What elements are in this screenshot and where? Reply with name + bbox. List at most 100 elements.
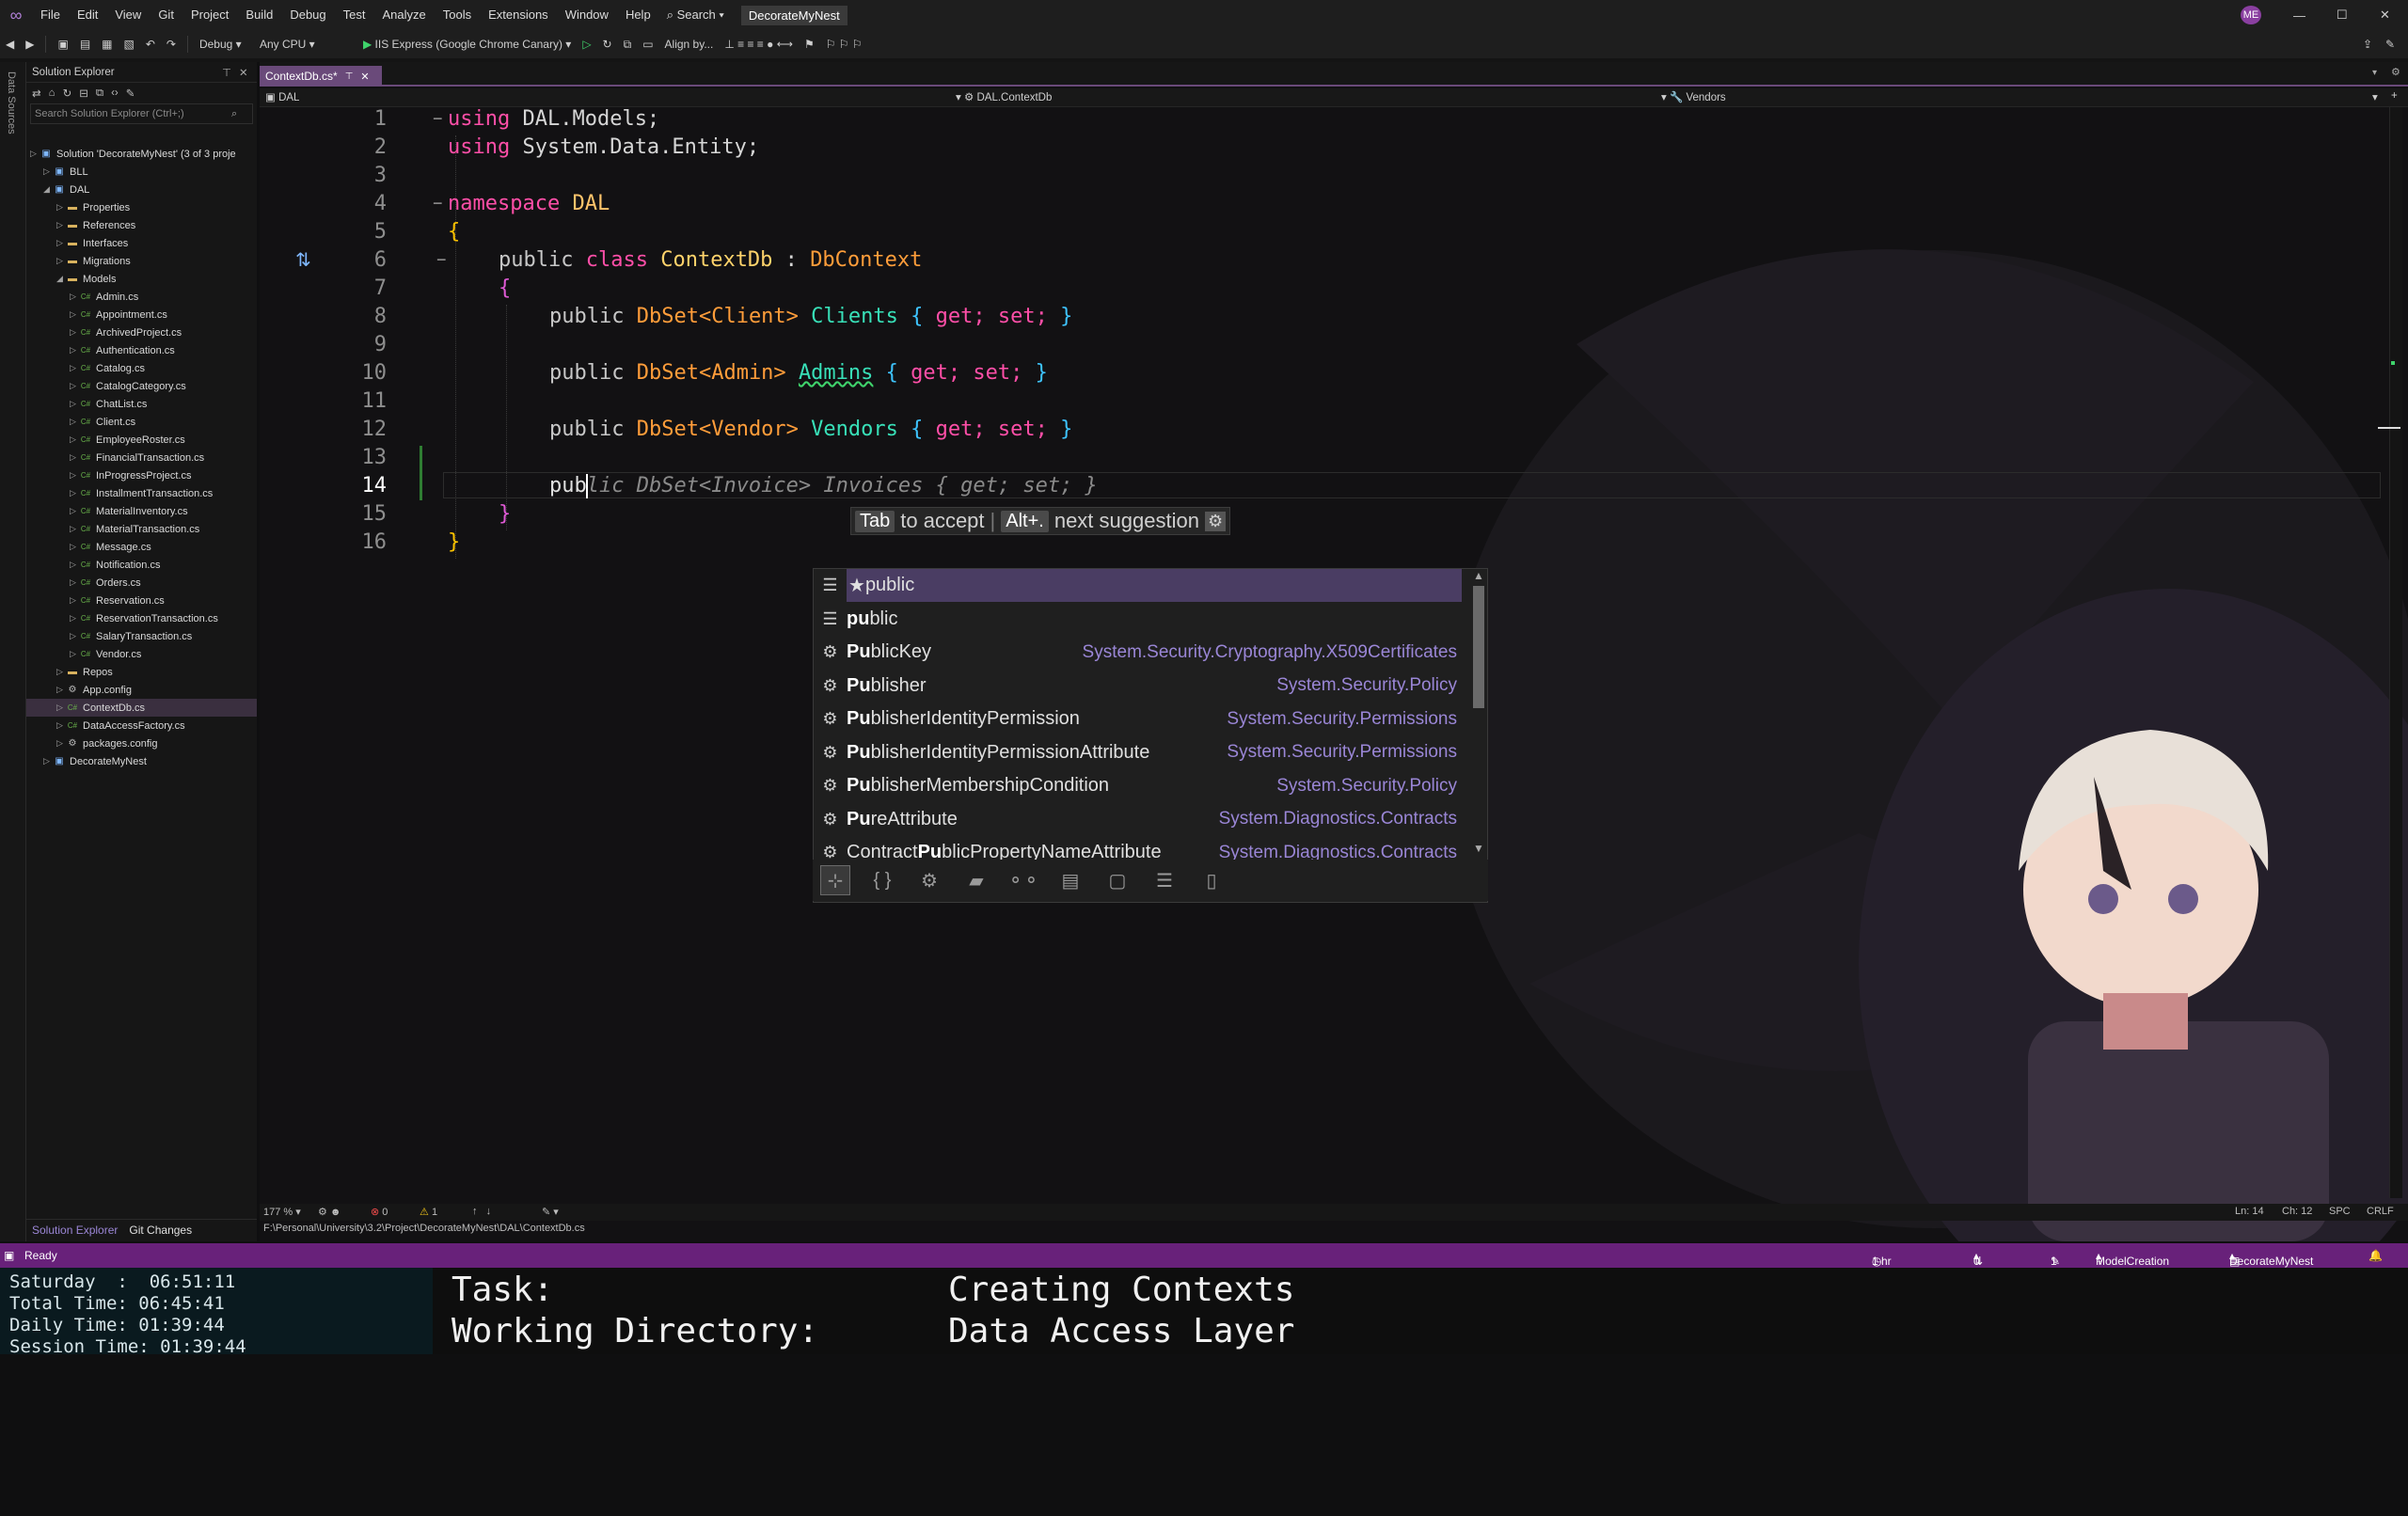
menu-window[interactable]: Window xyxy=(557,0,617,30)
expand-arrow-icon[interactable]: ◢ xyxy=(56,274,66,284)
expand-arrow-icon[interactable]: ▷ xyxy=(70,399,79,409)
tab-git-changes[interactable]: Git Changes xyxy=(129,1224,192,1237)
git-changes-indicator[interactable]: ⇅ 0 / 0 ▴ xyxy=(1973,1249,1983,1294)
filter-enums-icon[interactable]: ▤ xyxy=(1055,865,1085,895)
repo-selector[interactable]: ▤ DecorateMyNest ▴ xyxy=(2229,1249,2313,1268)
menu-project[interactable]: Project xyxy=(182,0,237,30)
expand-arrow-icon[interactable]: ▷ xyxy=(56,720,66,731)
tree-item[interactable]: ▷ C# ArchivedProject.cs xyxy=(26,324,257,341)
align-button[interactable]: Align by... xyxy=(659,38,720,51)
tree-item[interactable]: ▷ C# Reservation.cs xyxy=(26,592,257,609)
nav-split-icon[interactable]: ▾ xyxy=(2372,90,2378,103)
back-icon[interactable]: ◀ xyxy=(0,38,20,51)
expand-arrow-icon[interactable]: ▷ xyxy=(56,703,66,713)
scroll-thumb[interactable] xyxy=(1473,586,1484,708)
expand-arrow-icon[interactable]: ▷ xyxy=(70,363,79,373)
save-icon[interactable]: ▦ xyxy=(96,38,118,51)
expand-arrow-icon[interactable]: ▷ xyxy=(70,542,79,552)
tree-item[interactable]: ▷ C# Appointment.cs xyxy=(26,306,257,324)
completion-item[interactable]: ☰ ★ public xyxy=(822,569,1462,602)
completion-item[interactable]: ⚙ PublicKey System.Security.Cryptography.X… xyxy=(814,636,1463,669)
redo-icon[interactable]: ↷ xyxy=(161,38,182,51)
open-icon[interactable]: ▤ xyxy=(74,38,96,51)
completion-item[interactable]: ⚙ Publisher System.Security.Policy xyxy=(814,670,1463,703)
collapse-icon[interactable]: ⊟ xyxy=(79,87,88,100)
expand-arrow-icon[interactable]: ▷ xyxy=(56,685,66,695)
collapse-toggle-icon[interactable]: − xyxy=(433,194,443,213)
add-split-icon[interactable]: + xyxy=(2391,90,2398,102)
properties-icon[interactable]: ✎ xyxy=(126,87,135,100)
expand-arrow-icon[interactable]: ▷ xyxy=(70,613,79,624)
refresh-tree-icon[interactable]: ↻ xyxy=(63,87,72,100)
tree-item[interactable]: ▷ C# InProgressProject.cs xyxy=(26,466,257,484)
expand-arrow-icon[interactable]: ▷ xyxy=(70,488,79,498)
expand-arrow-icon[interactable]: ▷ xyxy=(30,149,40,159)
menu-build[interactable]: Build xyxy=(237,0,281,30)
pin-icon[interactable]: ⊤ xyxy=(222,66,231,79)
collapse-toggle-icon[interactable]: − xyxy=(433,109,443,129)
completion-item[interactable]: ⚙ PublisherMembershipCondition System.Secu… xyxy=(814,769,1463,802)
minimize-icon[interactable]: — xyxy=(2293,8,2305,23)
menu-debug[interactable]: Debug xyxy=(281,0,334,30)
forward-icon[interactable]: ▶ xyxy=(20,38,40,51)
filter-delegates-icon[interactable]: ▢ xyxy=(1102,865,1133,895)
config-dropdown[interactable]: Debug ▾ xyxy=(194,38,254,51)
expand-arrow-icon[interactable]: ▷ xyxy=(70,417,79,427)
tree-item[interactable]: ▷ C# SalaryTransaction.cs xyxy=(26,627,257,645)
tree-item[interactable]: ▷ ▬ Migrations xyxy=(26,252,257,270)
completion-item[interactable]: ☰ public xyxy=(814,603,1463,636)
undo-icon[interactable]: ↶ xyxy=(140,38,161,51)
expand-arrow-icon[interactable]: ▷ xyxy=(56,238,66,248)
tree-item[interactable]: ▷ C# MaterialTransaction.cs xyxy=(26,520,257,538)
nav-project-dropdown[interactable]: ▣ DAL xyxy=(265,90,299,103)
menu-help[interactable]: Help xyxy=(617,0,659,30)
tree-item[interactable]: ▷ C# InstallmentTransaction.cs xyxy=(26,484,257,502)
run-without-debug-icon[interactable]: ▷ xyxy=(577,38,596,51)
completion-item[interactable]: ⚙ PureAttribute System.Diagnostics.Contrac… xyxy=(814,803,1463,836)
expand-arrow-icon[interactable]: ▷ xyxy=(56,738,66,749)
align-tools[interactable]: ⊥ ≡ ≡ ≡ ● ⟷ xyxy=(719,38,799,51)
expand-arrow-icon[interactable]: ▷ xyxy=(70,560,79,570)
maximize-icon[interactable]: ☐ xyxy=(2337,8,2348,23)
expand-arrow-icon[interactable]: ▷ xyxy=(70,470,79,481)
error-indicator[interactable]: ⊗ 0 xyxy=(371,1206,388,1218)
nav-member-dropdown[interactable]: ▾ 🔧 Vendors xyxy=(1661,90,1726,103)
tab-contextdb[interactable]: ContextDb.cs* ⊤ ✕ xyxy=(260,66,382,87)
tree-item[interactable]: ▷ C# ChatList.cs xyxy=(26,395,257,413)
sync-icon[interactable]: ⇄ xyxy=(32,87,41,100)
solution-search-input[interactable]: Search Solution Explorer (Ctrl+;) ⌕ xyxy=(30,103,253,124)
close-panel-icon[interactable]: ✕ xyxy=(239,66,248,79)
expand-arrow-icon[interactable]: ▷ xyxy=(70,292,79,302)
tree-item[interactable]: ▷ ▬ References xyxy=(26,216,257,234)
tree-item[interactable]: ▷ C# Client.cs xyxy=(26,413,257,431)
zoom-dropdown[interactable]: 177 % ▾ xyxy=(263,1206,301,1218)
expand-arrow-icon[interactable]: ▷ xyxy=(70,345,79,355)
tab-solution-explorer[interactable]: Solution Explorer xyxy=(32,1224,118,1237)
menu-analyze[interactable]: Analyze xyxy=(373,0,434,30)
filter-keywords-icon[interactable]: ☰ xyxy=(1149,865,1180,895)
expand-arrow-icon[interactable]: ▷ xyxy=(70,595,79,606)
expand-arrow-icon[interactable]: ▷ xyxy=(70,577,79,588)
tree-item[interactable]: ▷ C# Admin.cs xyxy=(26,288,257,306)
whitespace-mode[interactable]: SPC xyxy=(2329,1206,2351,1217)
codelens-refactor-icon[interactable]: ⇅ xyxy=(295,248,311,272)
completion-item[interactable]: ⚙ PublisherIdentityPermissionAttribute Sys… xyxy=(814,736,1463,769)
tree-item[interactable]: ◢ ▬ Models xyxy=(26,270,257,288)
tree-item[interactable]: ▷ C# Notification.cs xyxy=(26,556,257,574)
expand-arrow-icon[interactable]: ▷ xyxy=(70,452,79,463)
scroll-down-icon[interactable]: ▼ xyxy=(1470,842,1487,855)
hint-settings-icon[interactable]: ⚙ xyxy=(1204,511,1227,531)
tree-item[interactable]: ▷ C# ReservationTransaction.cs xyxy=(26,609,257,627)
expand-arrow-icon[interactable]: ▷ xyxy=(70,506,79,516)
show-all-icon[interactable]: ⧉ xyxy=(96,87,103,100)
expand-arrow-icon[interactable]: ▷ xyxy=(56,667,66,677)
bookmark-icon[interactable]: ⚑ xyxy=(799,38,820,51)
new-item-icon[interactable]: ▣ xyxy=(52,38,73,51)
tree-item[interactable]: ▷ C# DataAccessFactory.cs xyxy=(26,717,257,734)
expand-arrow-icon[interactable]: ▷ xyxy=(56,220,66,230)
tree-item[interactable]: ▷ C# ContextDb.cs xyxy=(26,699,257,717)
tree-item[interactable]: ▷ C# CatalogCategory.cs xyxy=(26,377,257,395)
vs-logo-icon[interactable]: ∞ xyxy=(0,6,32,25)
home-icon[interactable]: ⌂ xyxy=(49,87,55,99)
nav-arrows[interactable]: ↑ ↓ xyxy=(472,1206,491,1217)
